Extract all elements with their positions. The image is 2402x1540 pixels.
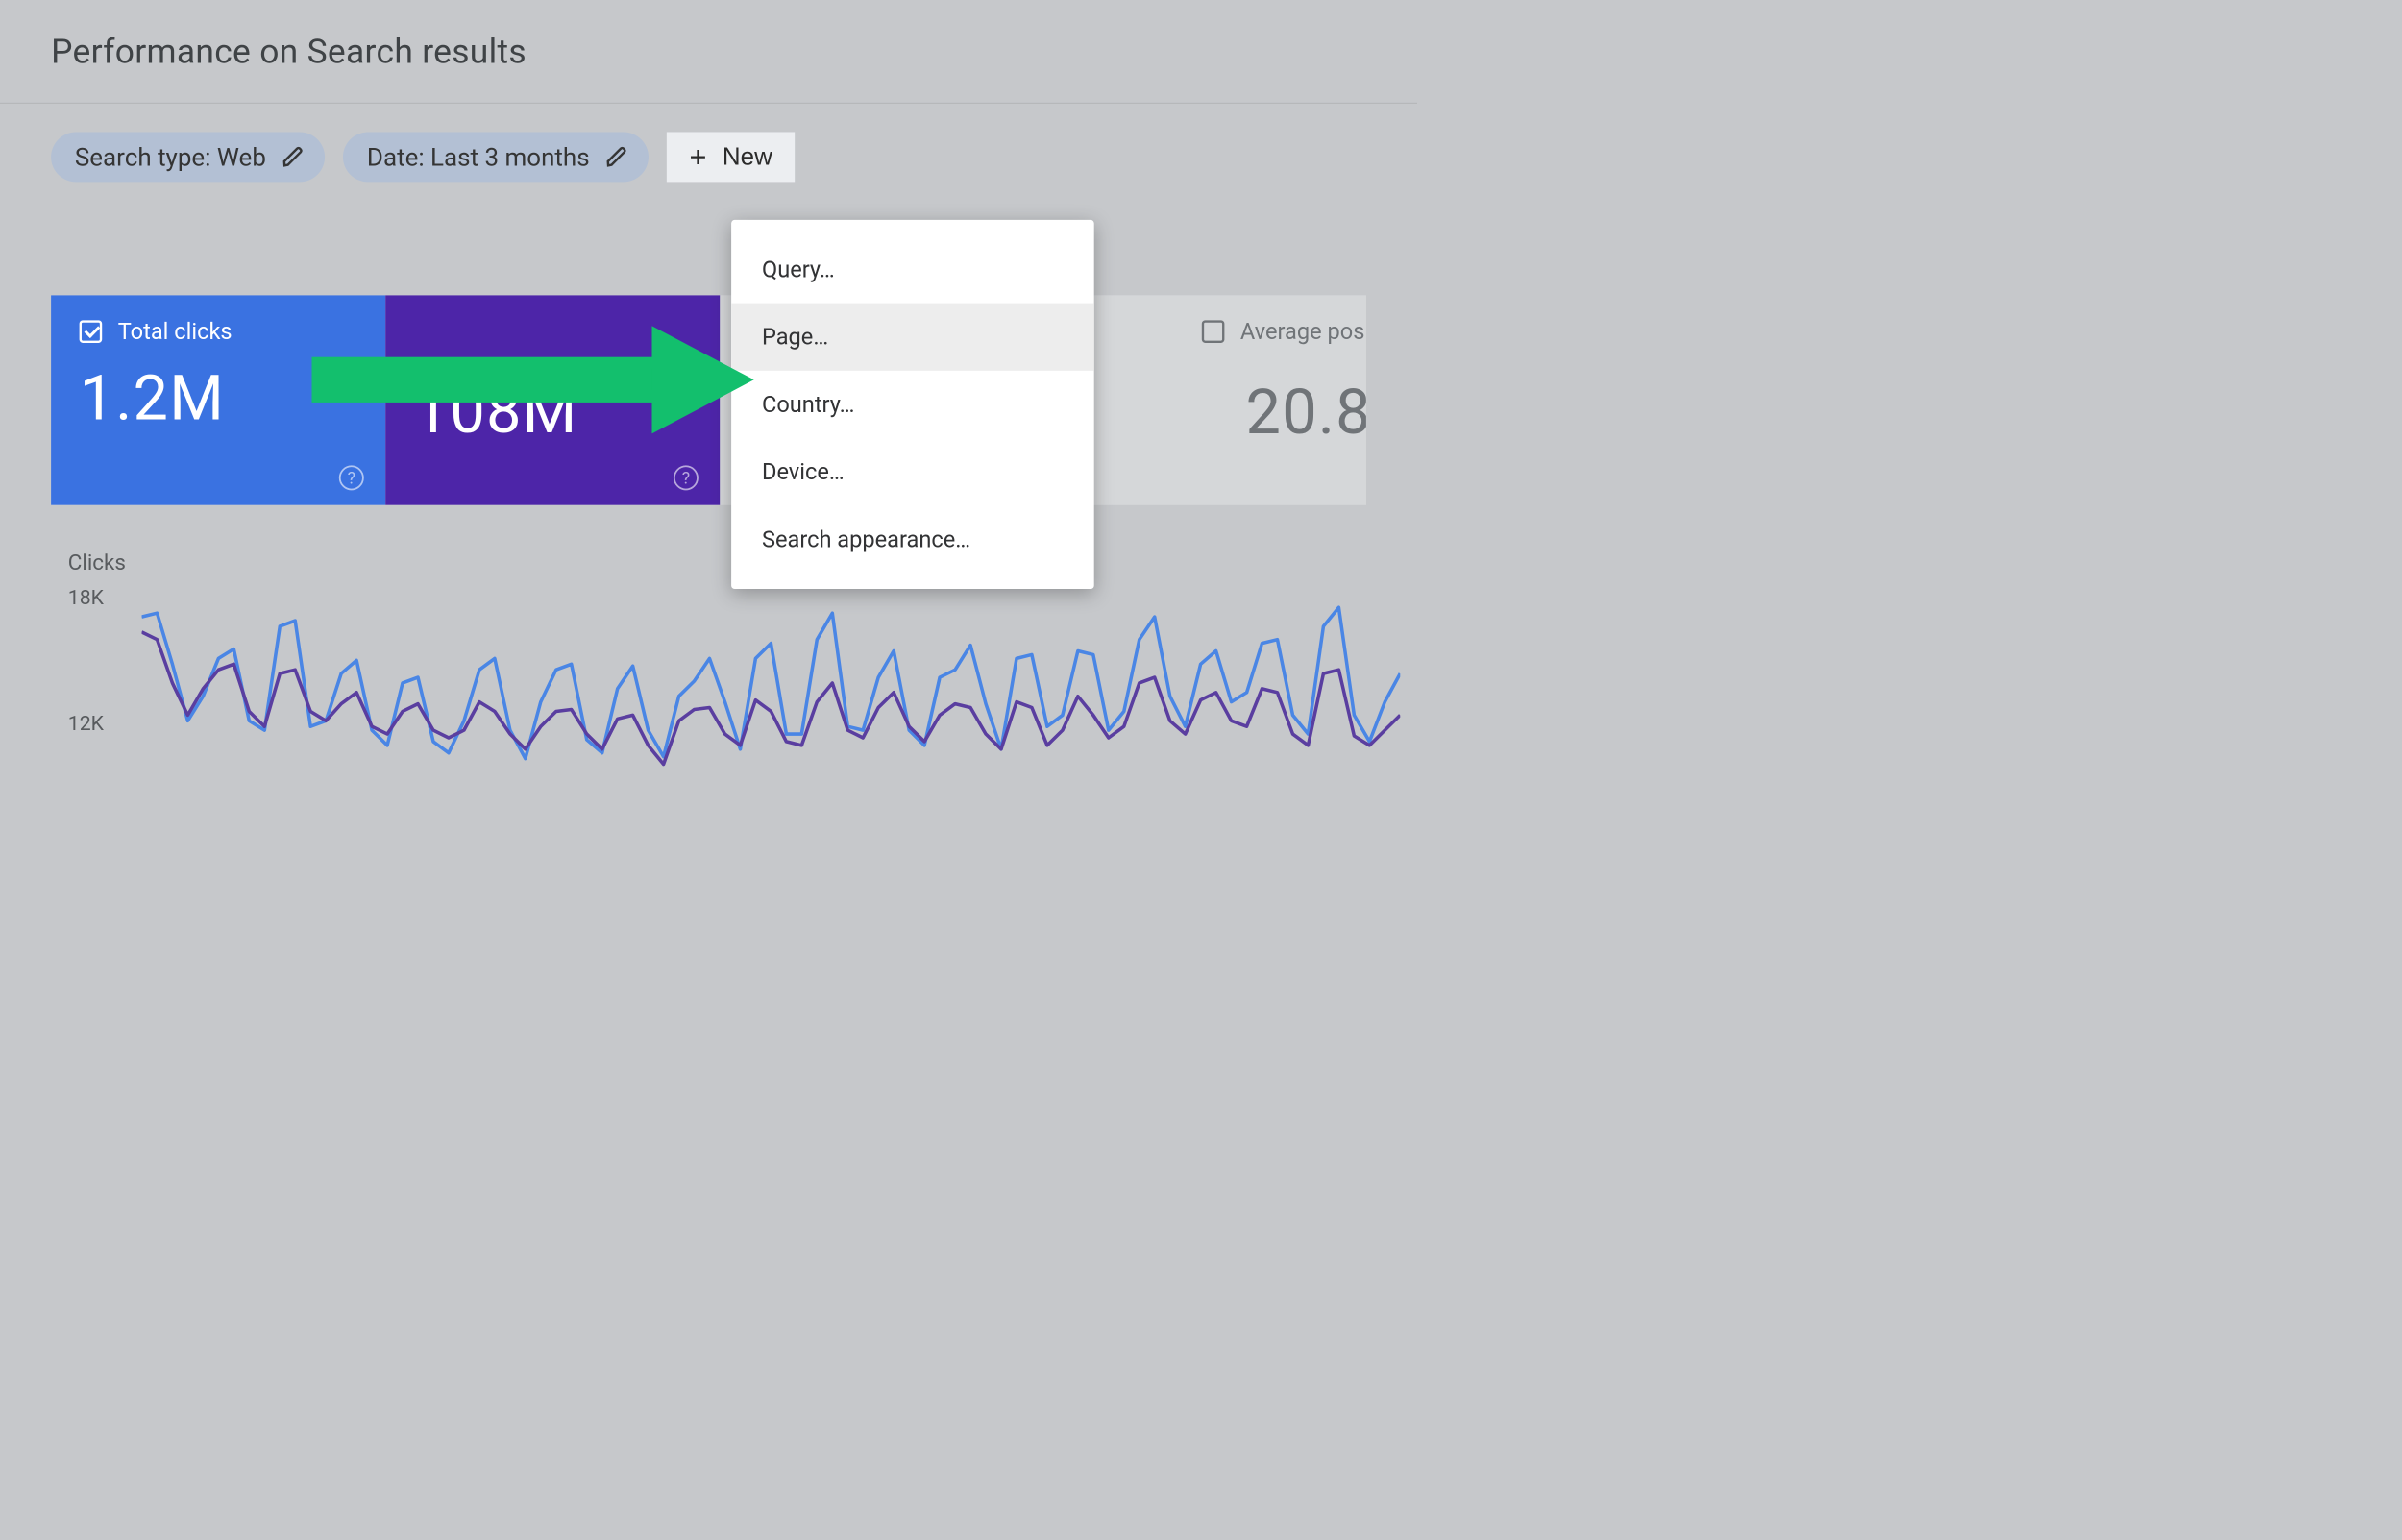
dropdown-item-device[interactable]: Device… — [731, 438, 1094, 505]
dropdown-item-country[interactable]: Country… — [731, 371, 1094, 438]
filter-search-type-label: Search type: Web — [75, 142, 266, 172]
filter-search-type[interactable]: Search type: Web — [51, 132, 325, 182]
filter-row: Search type: Web Date: Last 3 months + N… — [51, 132, 1366, 182]
line-chart — [142, 598, 1401, 824]
new-filter-dropdown: Query…Page…Country…Device…Search appeara… — [731, 220, 1094, 589]
filter-date[interactable]: Date: Last 3 months — [343, 132, 649, 182]
new-filter-button[interactable]: + New — [667, 132, 796, 182]
chart-title: Clicks — [68, 550, 1366, 575]
card-position-value: 20.8 — [1246, 376, 1366, 449]
checkbox-icon — [1202, 320, 1225, 343]
card-clicks-label: Total clicks — [118, 318, 233, 345]
page-title: Performance on Search results — [51, 31, 1366, 71]
series-clicks — [142, 607, 1401, 758]
checkbox-icon — [80, 320, 103, 343]
dropdown-item-page[interactable]: Page… — [731, 304, 1094, 371]
arrow-annotation — [312, 326, 766, 433]
dropdown-item-searchappearance[interactable]: Search appearance… — [731, 505, 1094, 573]
help-icon[interactable]: ? — [339, 465, 364, 490]
chart-area: Clicks 18K 12K — [51, 550, 1366, 827]
pencil-icon — [282, 146, 305, 169]
y-tick-18k: 18K — [68, 585, 104, 609]
plus-icon: + — [689, 142, 706, 172]
card-position-label: Average positi — [1240, 318, 1366, 345]
pencil-icon — [605, 146, 628, 169]
dropdown-item-query[interactable]: Query… — [731, 235, 1094, 303]
help-icon[interactable]: ? — [674, 465, 699, 490]
y-tick-12k: 12K — [68, 711, 104, 735]
filter-date-label: Date: Last 3 months — [367, 142, 590, 172]
divider — [0, 103, 1417, 104]
new-filter-label: New — [723, 143, 772, 172]
